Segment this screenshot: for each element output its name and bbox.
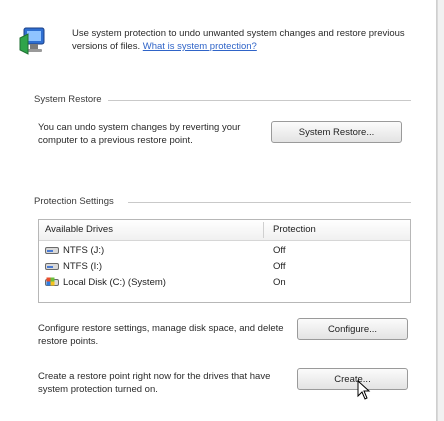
column-header-protection[interactable]: Protection	[273, 224, 316, 235]
drives-list-header: Available Drives Protection	[39, 220, 410, 241]
mouse-pointer-icon	[357, 380, 371, 400]
system-drive-icon	[45, 277, 59, 286]
protection-settings-group-divider	[128, 202, 411, 203]
available-drives-list[interactable]: Available Drives Protection NTFS (J:) Of…	[38, 219, 411, 303]
configure-button[interactable]: Configure...	[297, 318, 408, 340]
column-header-available-drives[interactable]: Available Drives	[45, 224, 113, 235]
drive-row[interactable]: NTFS (J:) Off	[39, 244, 410, 257]
system-protection-dialog: Use system protection to undo unwanted s…	[0, 0, 437, 421]
drive-protection-status: Off	[273, 261, 286, 272]
system-protection-icon	[19, 27, 45, 55]
drive-name: NTFS (J:)	[63, 245, 105, 256]
drive-row[interactable]: Local Disk (C:) (System) On	[39, 276, 410, 289]
drive-row[interactable]: NTFS (I:) Off	[39, 260, 410, 273]
configure-description: Configure restore settings, manage disk …	[38, 323, 284, 347]
drive-protection-status: Off	[273, 245, 286, 256]
drive-icon	[45, 247, 59, 254]
scrollbar[interactable]	[437, 0, 444, 421]
create-description: Create a restore point right now for the…	[38, 371, 271, 395]
what-is-system-protection-link[interactable]: What is system protection?	[143, 41, 257, 52]
system-restore-description: You can undo system changes by reverting…	[38, 122, 241, 146]
column-separator	[263, 222, 264, 238]
header-description: Use system protection to undo unwanted s…	[72, 27, 422, 53]
drive-icon	[45, 263, 59, 270]
create-button[interactable]: Create...	[297, 368, 408, 390]
drive-name: NTFS (I:)	[63, 261, 103, 272]
system-restore-group-divider	[108, 100, 411, 101]
system-restore-button[interactable]: System Restore...	[271, 121, 402, 143]
protection-settings-group-title: Protection Settings	[34, 196, 114, 207]
system-restore-group-title: System Restore	[34, 94, 102, 105]
drive-name: Local Disk (C:) (System)	[63, 277, 166, 288]
drive-protection-status: On	[273, 277, 286, 288]
